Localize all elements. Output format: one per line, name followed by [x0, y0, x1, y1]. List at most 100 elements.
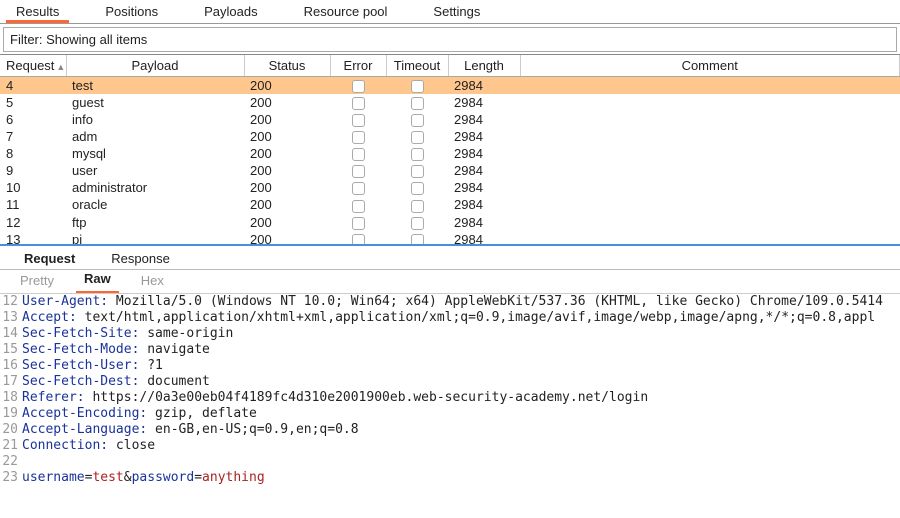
line-number: 13	[0, 310, 22, 326]
table-row[interactable]: 12ftp2002984	[0, 214, 900, 231]
cell-timeout	[386, 94, 448, 111]
cell-comment	[520, 179, 900, 196]
checkbox-icon	[411, 97, 424, 110]
line-number: 17	[0, 374, 22, 390]
cell-timeout	[386, 231, 448, 244]
col-header-error[interactable]: Error	[330, 55, 386, 77]
cell-error	[330, 94, 386, 111]
detail-tab-response[interactable]: Response	[101, 247, 180, 269]
table-row[interactable]: 7adm2002984	[0, 128, 900, 145]
col-header-timeout[interactable]: Timeout	[386, 55, 448, 77]
cell-error	[330, 162, 386, 179]
line-content: Sec-Fetch-User: ?1	[22, 358, 900, 374]
detail-tabs: Request Response	[0, 246, 900, 270]
view-tab-raw[interactable]: Raw	[76, 268, 119, 293]
table-row[interactable]: 10administrator2002984	[0, 179, 900, 196]
results-body: 4test20029845guest20029846info20029847ad…	[0, 77, 900, 244]
cell-length: 2984	[448, 214, 520, 231]
cell-length: 2984	[448, 162, 520, 179]
table-row[interactable]: 5guest2002984	[0, 94, 900, 111]
cell-comment	[520, 162, 900, 179]
col-header-status[interactable]: Status	[244, 55, 330, 77]
tab-results[interactable]: Results	[6, 0, 69, 23]
cell-payload: info	[66, 111, 244, 128]
cell-length: 2984	[448, 145, 520, 162]
line-content: Referer: https://0a3e00eb04f4189fc4d310e…	[22, 390, 900, 406]
table-row[interactable]: 6info2002984	[0, 111, 900, 128]
cell-request: 12	[0, 214, 66, 231]
editor-line: 22	[0, 454, 900, 470]
cell-status: 200	[244, 231, 330, 244]
table-row[interactable]: 13pi2002984	[0, 231, 900, 244]
cell-error	[330, 196, 386, 213]
cell-payload: user	[66, 162, 244, 179]
cell-status: 200	[244, 94, 330, 111]
cell-status: 200	[244, 145, 330, 162]
cell-status: 200	[244, 111, 330, 128]
line-number: 14	[0, 326, 22, 342]
cell-status: 200	[244, 162, 330, 179]
checkbox-icon	[411, 234, 424, 244]
line-content	[22, 454, 900, 470]
cell-request: 4	[0, 77, 66, 94]
line-number: 18	[0, 390, 22, 406]
line-number: 22	[0, 454, 22, 470]
col-header-request[interactable]: Request▲	[0, 55, 66, 77]
cell-payload: guest	[66, 94, 244, 111]
line-content: Sec-Fetch-Dest: document	[22, 374, 900, 390]
col-header-comment[interactable]: Comment	[520, 55, 900, 77]
editor-line: 16Sec-Fetch-User: ?1	[0, 358, 900, 374]
cell-timeout	[386, 179, 448, 196]
cell-length: 2984	[448, 231, 520, 244]
request-editor[interactable]: 12User-Agent: Mozilla/5.0 (Windows NT 10…	[0, 294, 900, 486]
detail-tab-request[interactable]: Request	[14, 247, 85, 269]
table-row[interactable]: 11oracle2002984	[0, 196, 900, 213]
tab-positions[interactable]: Positions	[95, 0, 168, 23]
checkbox-icon	[411, 131, 424, 144]
line-number: 20	[0, 422, 22, 438]
checkbox-icon	[411, 182, 424, 195]
cell-length: 2984	[448, 94, 520, 111]
results-table-wrapper: Request▲ Payload Status Error Timeout Le…	[0, 54, 900, 246]
cell-timeout	[386, 77, 448, 94]
view-tabs: Pretty Raw Hex	[0, 270, 900, 294]
cell-comment	[520, 128, 900, 145]
checkbox-icon	[352, 148, 365, 161]
checkbox-icon	[411, 114, 424, 127]
intruder-top-tabs: Results Positions Payloads Resource pool…	[0, 0, 900, 24]
editor-line: 17Sec-Fetch-Dest: document	[0, 374, 900, 390]
cell-payload: test	[66, 77, 244, 94]
cell-request: 11	[0, 196, 66, 213]
checkbox-icon	[352, 165, 365, 178]
view-tab-hex[interactable]: Hex	[133, 270, 172, 293]
cell-payload: administrator	[66, 179, 244, 196]
cell-timeout	[386, 128, 448, 145]
line-content: Connection: close	[22, 438, 900, 454]
table-row[interactable]: 4test2002984	[0, 77, 900, 94]
cell-error	[330, 214, 386, 231]
cell-error	[330, 111, 386, 128]
filter-bar[interactable]: Filter: Showing all items	[3, 27, 897, 52]
table-row[interactable]: 8mysql2002984	[0, 145, 900, 162]
checkbox-icon	[411, 148, 424, 161]
cell-comment	[520, 231, 900, 244]
cell-timeout	[386, 214, 448, 231]
col-header-length[interactable]: Length	[448, 55, 520, 77]
table-row[interactable]: 9user2002984	[0, 162, 900, 179]
cell-comment	[520, 196, 900, 213]
tab-payloads[interactable]: Payloads	[194, 0, 267, 23]
cell-timeout	[386, 145, 448, 162]
tab-resource-pool[interactable]: Resource pool	[294, 0, 398, 23]
results-header-row: Request▲ Payload Status Error Timeout Le…	[0, 55, 900, 77]
cell-status: 200	[244, 196, 330, 213]
line-number: 15	[0, 342, 22, 358]
line-content: Sec-Fetch-Mode: navigate	[22, 342, 900, 358]
line-number: 23	[0, 470, 22, 486]
cell-timeout	[386, 111, 448, 128]
view-tab-pretty[interactable]: Pretty	[12, 270, 62, 293]
editor-line: 23username=test&password=anything	[0, 470, 900, 486]
editor-line: 13Accept: text/html,application/xhtml+xm…	[0, 310, 900, 326]
col-header-payload[interactable]: Payload	[66, 55, 244, 77]
cell-status: 200	[244, 214, 330, 231]
tab-settings[interactable]: Settings	[423, 0, 490, 23]
